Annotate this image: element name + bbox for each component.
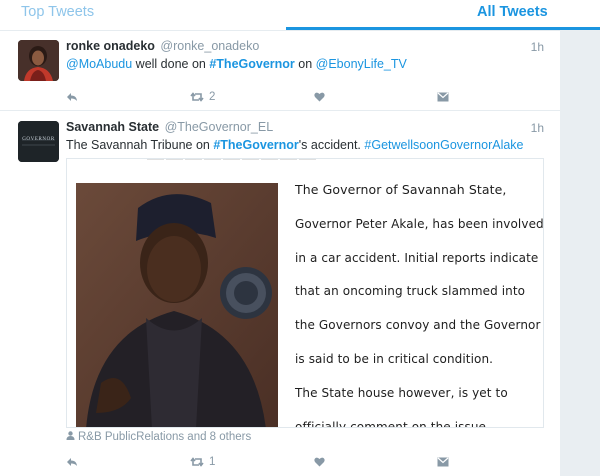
envelope-icon (437, 457, 449, 467)
tweet[interactable]: ronke onadeko @ronke_onadeko 1h @MoAbudu… (0, 31, 560, 111)
reply-icon (66, 92, 78, 102)
retweet-count: 2 (209, 91, 216, 103)
article-line: The Governor of Savannah State, (295, 182, 507, 197)
newspaper-masthead-fragment: ▀▀▀▀▀▀▀▀▀ (147, 158, 319, 173)
retweet-icon (190, 457, 204, 467)
direct-message-button[interactable] (437, 89, 449, 105)
tweet-text: The Savannah Tribune on #TheGovernor's a… (66, 138, 524, 152)
reply-button[interactable] (66, 454, 78, 470)
user-handle[interactable]: @TheGovernor_EL (165, 120, 274, 134)
tweet-actions: 1 (66, 454, 486, 470)
article-line: in a car accident. Initial reports indic… (295, 250, 539, 265)
article-line: officially comment on the issue. (295, 419, 490, 428)
tweet-text-segment: 's accident. (298, 138, 365, 152)
mention-link[interactable]: @EbonyLife_TV (316, 57, 407, 71)
mention-link[interactable]: @MoAbudu (66, 57, 132, 71)
tweet-text: @MoAbudu well done on #TheGovernor on @E… (66, 57, 407, 71)
retweet-icon (190, 92, 204, 102)
user-handle[interactable]: @ronke_onadeko (160, 39, 259, 53)
tab-all-tweets-label: All Tweets (477, 4, 548, 20)
reply-button[interactable] (66, 89, 78, 105)
avatar[interactable] (18, 40, 59, 81)
retweet-count: 1 (209, 456, 216, 468)
page-background (560, 0, 600, 476)
retweet-button[interactable]: 2 (190, 89, 215, 105)
avatar-wordmark: GOVERNOR (22, 137, 55, 142)
tweet-text-segment: The Savannah Tribune on (66, 138, 214, 152)
tweet-actions: 2 (66, 89, 486, 105)
tweet-header: Savannah State @TheGovernor_EL (66, 120, 273, 134)
tweet-text-segment: well done on (132, 57, 210, 71)
article-line: is said to be in critical condition. (295, 351, 494, 366)
retweet-button[interactable]: 1 (190, 454, 215, 470)
user-name[interactable]: ronke onadeko (66, 39, 155, 53)
envelope-icon (437, 92, 449, 102)
hashtag-link[interactable]: #TheGovernor (209, 57, 294, 71)
hashtag-link[interactable]: #GetwellsoonGovernorAlake (364, 138, 523, 152)
tweet-timestamp[interactable]: 1h (531, 40, 544, 54)
timeline-tabs: Top Tweets All Tweets (0, 0, 600, 30)
avatar[interactable]: GOVERNOR (18, 121, 59, 162)
tweet-header: ronke onadeko @ronke_onadeko (66, 39, 259, 53)
hashtag-link[interactable]: #TheGovernor (213, 138, 298, 152)
tagged-users[interactable]: R&B PublicRelations and 8 others (66, 431, 251, 443)
reply-icon (66, 457, 78, 467)
person-icon (66, 431, 78, 443)
article-clipping: The Governor of Savannah State, Governor… (295, 180, 544, 428)
article-line: The State house however, is yet to (295, 385, 508, 400)
like-button[interactable] (314, 89, 325, 105)
tweet[interactable]: GOVERNOR Savannah State @TheGovernor_EL … (0, 111, 560, 476)
heart-icon (314, 92, 325, 102)
tab-all-tweets[interactable]: All Tweets (286, 0, 600, 30)
user-name[interactable]: Savannah State (66, 120, 159, 134)
like-button[interactable] (314, 454, 325, 470)
tagged-users-label: R&B PublicRelations and 8 others (78, 431, 252, 443)
direct-message-button[interactable] (437, 454, 449, 470)
article-line: that an oncoming truck slammed into (295, 284, 526, 299)
tab-top-tweets[interactable]: Top Tweets (21, 0, 221, 30)
article-line: the Governors convoy and the Governor (295, 318, 541, 333)
heart-icon (314, 457, 325, 467)
tweet-text-segment: on (294, 57, 316, 71)
tweet-timestamp[interactable]: 1h (531, 121, 544, 135)
tweet-photo[interactable]: ▀▀▀▀▀▀▀▀▀ The Governor of Savannah State… (66, 158, 544, 428)
article-line: Governor Peter Akale, has been involved (295, 216, 544, 231)
governor-photo (76, 183, 278, 427)
